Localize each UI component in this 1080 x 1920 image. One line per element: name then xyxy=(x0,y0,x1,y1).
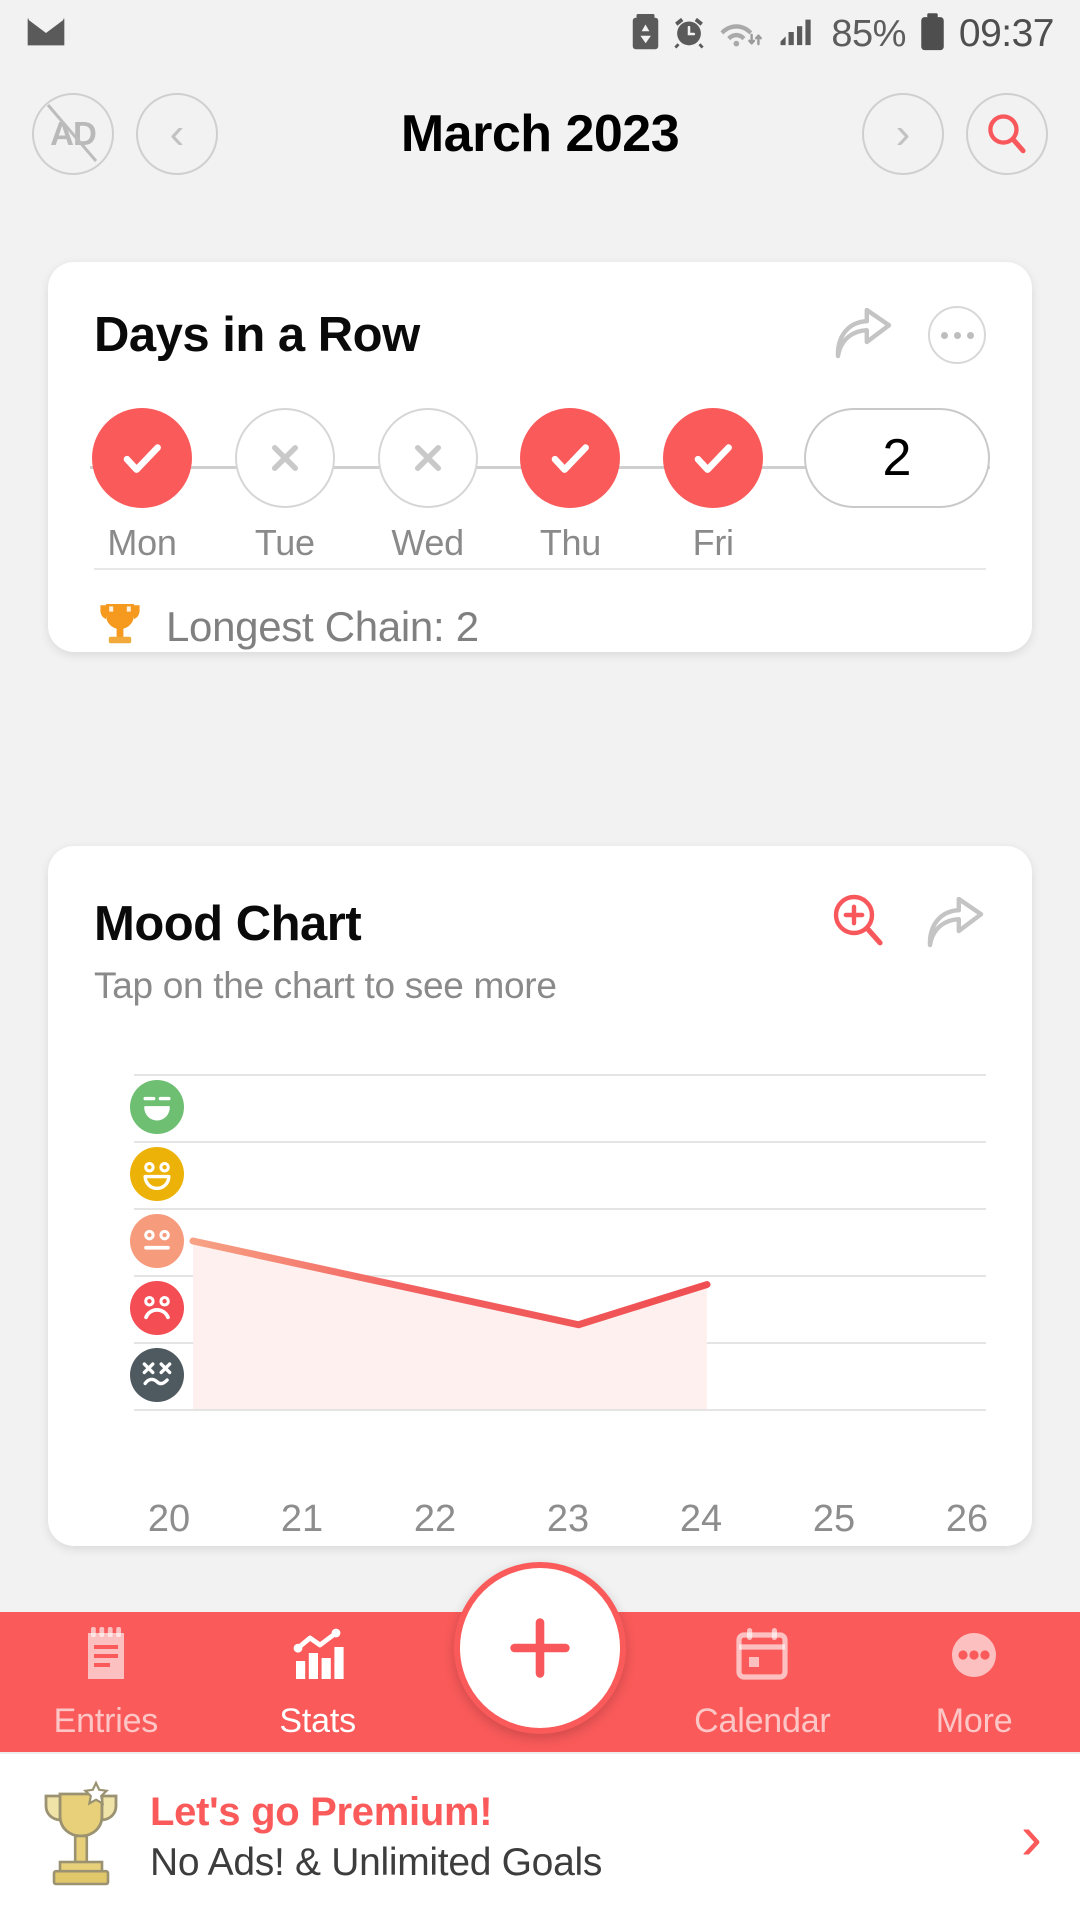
mood-line-chart[interactable] xyxy=(48,1079,1032,1479)
clock-label: 09:37 xyxy=(958,12,1055,55)
share-icon[interactable] xyxy=(832,307,894,362)
mood-card-title: Mood Chart xyxy=(94,896,362,951)
chart-x-tick: 26 xyxy=(945,1498,989,1540)
share-icon[interactable] xyxy=(924,896,986,951)
plus-icon xyxy=(510,1618,570,1678)
chart-x-tick: 24 xyxy=(679,1498,723,1540)
wifi-icon xyxy=(719,15,765,54)
nav-item-label: Calendar xyxy=(694,1702,831,1740)
notepad-icon xyxy=(74,1623,138,1692)
signal-icon xyxy=(778,16,818,53)
dot xyxy=(940,331,948,339)
nav-item-label: More xyxy=(935,1702,1013,1740)
dot xyxy=(953,331,961,339)
battery-percent-label: 85% xyxy=(831,12,906,55)
more-options-icon[interactable] xyxy=(928,306,986,364)
nav-item-more[interactable]: More xyxy=(868,1612,1080,1752)
no-ads-slash-icon xyxy=(47,104,98,162)
nav-item-entries[interactable]: Entries xyxy=(0,1612,212,1752)
mood-card-subtitle: Tap on the chart to see more xyxy=(94,965,557,1006)
streak-card-title: Days in a Row xyxy=(94,308,420,362)
more-dots-icon xyxy=(942,1623,1006,1692)
chart-gridline xyxy=(134,1074,986,1076)
chevron-right-icon[interactable]: › xyxy=(1021,1805,1042,1869)
app-header: AD ‹ March 2023 › xyxy=(0,78,1080,190)
nav-item-calendar[interactable]: Calendar xyxy=(656,1612,868,1752)
longest-chain-row: Longest Chain: 2 xyxy=(48,570,1032,653)
chart-x-tick: 23 xyxy=(546,1498,590,1540)
longest-chain-label: Longest Chain: 2 xyxy=(166,602,479,650)
mood-chart-card[interactable]: Mood Chart Tap on the chart to see more … xyxy=(48,846,1032,1546)
mood-card-header: Mood Chart xyxy=(48,846,1032,957)
chevron-right-icon: › xyxy=(895,109,911,158)
alarm-icon xyxy=(672,15,706,54)
streak-day-wed[interactable]: Wed xyxy=(376,408,480,564)
streak-row: Mon Tue Wed Thu Fri 2 xyxy=(48,408,1032,563)
streak-card-header: Days in a Row xyxy=(48,262,1032,364)
cross-icon xyxy=(234,408,335,508)
dot xyxy=(966,331,974,339)
bar-chart-icon xyxy=(286,1623,350,1692)
trophy-icon xyxy=(98,600,142,653)
search-button[interactable] xyxy=(966,93,1048,175)
streak-day-thu[interactable]: Thu xyxy=(518,408,622,564)
chart-area-fill xyxy=(193,1241,707,1409)
streak-day-list: Mon Tue Wed Thu Fri 2 xyxy=(90,408,990,564)
check-icon xyxy=(92,408,192,508)
remove-ads-button[interactable]: AD xyxy=(32,93,114,175)
premium-subtitle: No Ads! & Unlimited Goals xyxy=(150,1840,603,1884)
battery-saver-icon xyxy=(632,13,659,55)
premium-banner[interactable]: Let's go Premium! No Ads! & Unlimited Go… xyxy=(0,1752,1080,1920)
trophy-gold-icon xyxy=(38,1779,124,1895)
streak-day-mon[interactable]: Mon xyxy=(90,408,194,564)
chart-x-axis: 20 21 22 23 24 25 26 xyxy=(134,1498,1002,1541)
calendar-icon xyxy=(730,1623,794,1692)
check-icon xyxy=(663,408,764,508)
zoom-in-icon[interactable] xyxy=(828,890,890,957)
streak-day-label: Wed xyxy=(391,522,464,563)
cross-icon xyxy=(377,408,478,508)
page-title: March 2023 xyxy=(400,105,680,163)
nav-item-stats[interactable]: Stats xyxy=(212,1612,424,1752)
mood-chart-plot[interactable]: 20 21 22 23 24 25 26 xyxy=(48,1074,1032,1540)
streak-day-label: Thu xyxy=(539,522,601,563)
battery-icon xyxy=(919,12,946,56)
streak-day-fri[interactable]: Fri xyxy=(661,408,765,564)
chart-x-tick: 22 xyxy=(413,1498,457,1540)
chevron-left-icon: ‹ xyxy=(169,109,185,158)
search-icon xyxy=(988,114,1026,154)
add-entry-button[interactable] xyxy=(454,1562,626,1734)
days-in-a-row-card: Days in a Row Mon Tue Wed Thu Fri 2 Long… xyxy=(48,262,1032,652)
check-icon xyxy=(520,408,621,508)
streak-day-label: Fri xyxy=(692,522,734,563)
next-month-button[interactable]: › xyxy=(862,93,944,175)
chart-x-tick: 21 xyxy=(280,1498,324,1540)
streak-count-badge: 2 xyxy=(803,408,990,508)
mail-icon xyxy=(26,17,66,52)
nav-item-label: Stats xyxy=(279,1702,356,1740)
app-screen: 85% 09:37 AD ‹ March 2023 › Day xyxy=(0,0,1080,1920)
streak-day-label: Mon xyxy=(107,522,177,563)
premium-title: Let's go Premium! xyxy=(150,1789,493,1834)
nav-item-label: Entries xyxy=(53,1702,159,1740)
chart-x-tick: 20 xyxy=(147,1498,191,1540)
status-bar: 85% 09:37 xyxy=(0,0,1080,68)
previous-month-button[interactable]: ‹ xyxy=(136,93,218,175)
chart-x-tick: 25 xyxy=(812,1498,856,1540)
streak-day-label: Tue xyxy=(254,522,315,563)
streak-day-tue[interactable]: Tue xyxy=(233,408,337,564)
